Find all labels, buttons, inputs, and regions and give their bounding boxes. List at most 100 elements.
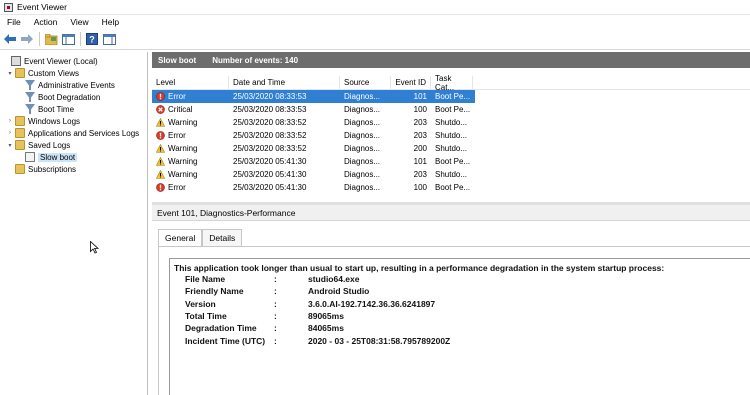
detail-tabs: General Details: [158, 229, 243, 246]
cell-event-id: 200: [391, 142, 431, 155]
table-row[interactable]: Warning 25/03/2020 08:33:52 Diagnos... 203 S…: [152, 116, 475, 129]
cell-event-id-text: 100: [413, 105, 427, 114]
back-arrow-icon[interactable]: [3, 32, 17, 46]
tree-item-custom-views[interactable]: ▾ Custom Views: [0, 67, 147, 79]
cell-event-id-text: 203: [413, 170, 427, 179]
tree-item-label: Applications and Services Logs: [28, 128, 140, 138]
folder-icon: [15, 128, 25, 138]
action-pane-icon[interactable]: [102, 32, 116, 46]
open-folder-icon[interactable]: [44, 32, 58, 46]
tree-item-applications-and-services-logs[interactable]: › Applications and Services Logs: [0, 127, 147, 139]
cell-date-time: 25/03/2020 08:33:52: [229, 129, 340, 142]
cell-source-text: Diagnos...: [344, 144, 381, 153]
cell-source: Diagnos...: [340, 90, 391, 103]
column-header-source[interactable]: Source: [340, 75, 391, 90]
cell-level-text: Critical: [168, 105, 193, 114]
help-icon[interactable]: ?: [85, 32, 99, 46]
console-tree: Event Viewer (Local) ▾ Custom Views Admi…: [0, 52, 148, 395]
cell-task-category-text: Shutdo...: [435, 118, 468, 127]
column-header-level[interactable]: Level: [152, 75, 229, 90]
menu-file[interactable]: File: [0, 17, 27, 27]
cell-event-id: 101: [391, 90, 431, 103]
cell-task-category: Shutdo...: [431, 116, 473, 129]
field-value: 89065ms: [308, 311, 344, 322]
field-row: Version: 3.6.0.AI-192.7142.36.36.6241897: [174, 298, 750, 310]
cell-source: Diagnos...: [340, 168, 391, 181]
cell-level-text: Warning: [168, 157, 198, 166]
table-row[interactable]: Warning 25/03/2020 08:33:52 Diagnos... 200 S…: [152, 142, 475, 155]
menu-view[interactable]: View: [63, 17, 94, 27]
cell-event-id-text: 203: [413, 118, 427, 127]
field-separator: :: [274, 311, 277, 322]
tree-item-windows-logs[interactable]: › Windows Logs: [0, 115, 147, 127]
table-row[interactable]: Error 25/03/2020 08:33:53 Diagnos... 101 Boo…: [152, 90, 475, 103]
toolbar: ?: [0, 29, 750, 50]
column-header-event-id[interactable]: Event ID: [391, 75, 431, 90]
filter-icon: [25, 80, 35, 90]
cell-task-category-text: Shutdo...: [435, 144, 468, 153]
tree-item-event-viewer-local[interactable]: Event Viewer (Local): [0, 55, 147, 67]
cell-source-text: Diagnos...: [344, 92, 381, 101]
column-header-task-category[interactable]: Task Cat...: [431, 74, 473, 92]
log-pane-header: Slow boot Number of events: 140: [152, 52, 750, 68]
cell-level: Warning: [152, 142, 229, 155]
cell-event-id: 100: [391, 103, 431, 116]
table-row[interactable]: Critical 25/03/2020 08:33:53 Diagnos... 100…: [152, 103, 475, 116]
tree-expander[interactable]: [2, 57, 10, 65]
svg-text:?: ?: [89, 35, 95, 45]
tree-item-administrative-events[interactable]: Administrative Events: [0, 79, 147, 91]
collapse-chevron-icon[interactable]: ▾: [6, 141, 14, 149]
table-row[interactable]: Error 25/03/2020 08:33:52 Diagnos... 203 Shu…: [152, 129, 475, 142]
tree-item-label: Windows Logs: [28, 116, 81, 126]
column-header-date-time[interactable]: Date and Time: [229, 75, 340, 90]
expand-chevron-icon[interactable]: ›: [6, 129, 14, 137]
tree-item-label: Custom Views: [28, 68, 79, 78]
menu-help[interactable]: Help: [95, 17, 125, 27]
cell-level-text: Error: [168, 92, 186, 101]
cell-level: Warning: [152, 116, 229, 129]
event-message-box[interactable]: This application took longer than usual …: [169, 258, 750, 395]
cell-task-category-text: Boot Pe...: [435, 105, 471, 114]
field-name: Degradation Time: [185, 323, 257, 334]
tab-general[interactable]: General: [158, 229, 203, 246]
subscriptions-icon: [15, 164, 25, 174]
field-row: Degradation Time: 84065ms: [174, 322, 750, 334]
tree-item-slow-boot[interactable]: Slow boot: [0, 151, 147, 163]
table-row[interactable]: Warning 25/03/2020 05:41:30 Diagnos... 101 B…: [152, 155, 475, 168]
collapse-chevron-icon[interactable]: ▾: [6, 69, 14, 77]
field-row: Total Time: 89065ms: [174, 310, 750, 322]
field-value: 2020 - 03 - 25T08:31:58.795789200Z: [308, 335, 451, 346]
cell-task-category: Shutdo...: [431, 129, 473, 142]
cell-date-time: 25/03/2020 05:41:30: [229, 168, 340, 181]
cell-date-time-text: 25/03/2020 05:41:30: [233, 183, 307, 192]
cell-task-category: Boot Pe...: [431, 181, 473, 194]
console-tree-icon[interactable]: [61, 32, 75, 46]
expand-chevron-icon[interactable]: ›: [6, 117, 14, 125]
table-row[interactable]: Error 25/03/2020 05:41:30 Diagnos... 100 Boo…: [152, 181, 475, 194]
warning-icon: [156, 170, 165, 179]
field-value: studio64.exe: [308, 274, 360, 285]
field-name: Version: [185, 298, 216, 309]
cell-task-category: Boot Pe...: [431, 90, 473, 103]
tree-item-subscriptions[interactable]: Subscriptions: [0, 163, 147, 175]
field-name: Friendly Name: [185, 286, 244, 297]
cell-date-time-text: 25/03/2020 08:33:53: [233, 105, 307, 114]
cell-event-id-text: 100: [413, 183, 427, 192]
menu-action[interactable]: Action: [27, 17, 64, 27]
table-row[interactable]: Warning 25/03/2020 05:41:30 Diagnos... 203 S…: [152, 168, 475, 181]
cell-level-text: Warning: [168, 170, 198, 179]
tree-item-boot-degradation[interactable]: Boot Degradation: [0, 91, 147, 103]
title-bar: Event Viewer: [0, 0, 750, 15]
cell-task-category-text: Boot Pe...: [435, 157, 471, 166]
tree-item-boot-time[interactable]: Boot Time: [0, 103, 147, 115]
tree-item-saved-logs[interactable]: ▾ Saved Logs: [0, 139, 147, 151]
field-separator: :: [274, 286, 277, 297]
event-viewer-app-icon: [4, 2, 13, 12]
forward-arrow-icon[interactable]: [20, 32, 34, 46]
cell-task-category: Boot Pe...: [431, 103, 473, 116]
cell-level-text: Error: [168, 131, 186, 140]
cell-event-id: 203: [391, 168, 431, 181]
cell-date-time-text: 25/03/2020 08:33:52: [233, 131, 307, 140]
cell-level: Error: [152, 181, 229, 194]
tab-details[interactable]: Details: [202, 229, 243, 246]
